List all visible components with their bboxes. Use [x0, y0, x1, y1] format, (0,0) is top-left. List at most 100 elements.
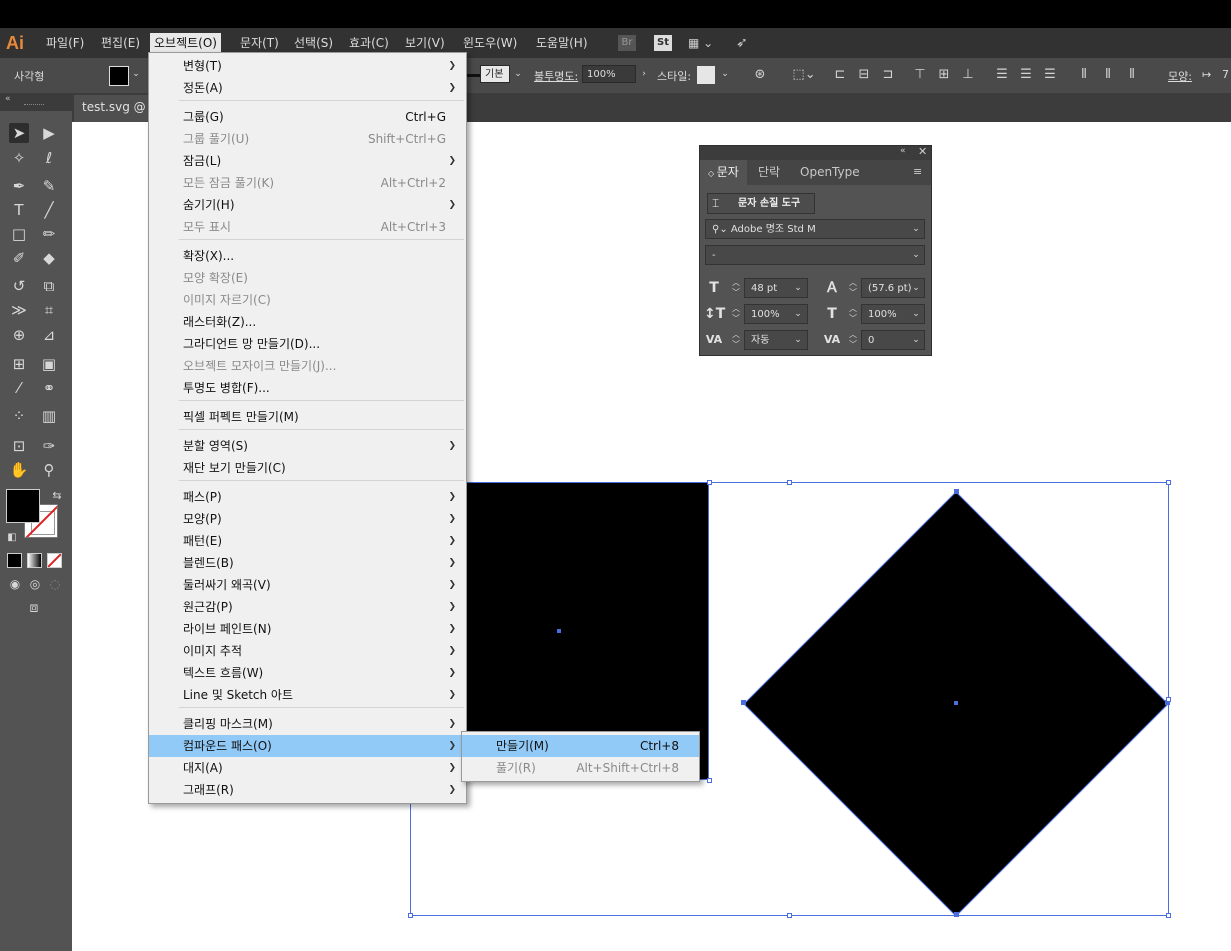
- tab-opentype[interactable]: OpenType: [792, 160, 868, 185]
- distribute-bottom-icon[interactable]: ☰: [1042, 67, 1058, 83]
- rotate-tool-icon[interactable]: ↺: [9, 276, 29, 296]
- free-transform-icon[interactable]: ⌗: [39, 300, 59, 320]
- font-style-dropdown-icon[interactable]: ⌄: [909, 245, 923, 265]
- kerning-dropdown-icon[interactable]: ⌄: [791, 330, 805, 350]
- object-menu-item[interactable]: 패스(P) ❯: [149, 486, 466, 508]
- shape-label[interactable]: 모양:: [1168, 68, 1192, 84]
- stroke-style-field[interactable]: 기본: [480, 65, 510, 83]
- object-menu-item[interactable]: 숨기기(H) ❯: [149, 194, 466, 216]
- object-menu-item[interactable]: 정돈(A) ❯: [149, 77, 466, 99]
- touch-type-tool-button[interactable]: ⌶ 문자 손질 도구: [707, 193, 815, 214]
- menu-type[interactable]: 문자(T): [236, 33, 283, 53]
- horizontal-scale-dropdown-icon[interactable]: ⌄: [909, 304, 923, 324]
- tracking-dropdown-icon[interactable]: ⌄: [909, 330, 923, 350]
- slice-tool-icon[interactable]: ✑: [39, 436, 59, 456]
- swap-colors-icon[interactable]: ⇆: [47, 486, 67, 506]
- bridge-icon[interactable]: Br: [618, 35, 636, 51]
- stroke-style-dropdown-icon[interactable]: ⌄: [510, 65, 526, 83]
- object-menu-item[interactable]: 원근감(P) ❯: [149, 596, 466, 618]
- kerning-stepper[interactable]: ︿ ﹀: [730, 330, 742, 350]
- opacity-label[interactable]: 불투명도:: [534, 68, 578, 84]
- bbox-handle[interactable]: [707, 778, 712, 783]
- object-menu-item[interactable]: 픽셀 퍼펙트 만들기(M): [149, 406, 466, 428]
- draw-inside-icon[interactable]: ◌: [45, 574, 65, 594]
- send-icon[interactable]: ➶: [736, 35, 754, 51]
- screen-mode-icon[interactable]: ⧈: [24, 598, 44, 618]
- opacity-arrow-icon[interactable]: ›: [636, 65, 652, 83]
- width-tool-icon[interactable]: ≫: [9, 300, 29, 320]
- artboard-tool-icon[interactable]: ⊡: [9, 436, 29, 456]
- object-menu-item[interactable]: 텍스트 흐름(W) ❯: [149, 662, 466, 684]
- align-hcenter-icon[interactable]: ⊟: [856, 67, 872, 83]
- align-vcenter-icon[interactable]: ⊞: [936, 67, 952, 83]
- character-panel-titlebar[interactable]: « ✕: [700, 145, 931, 160]
- bbox-handle[interactable]: [1166, 697, 1171, 702]
- compound-path-make-item[interactable]: 만들기(M) Ctrl+8: [462, 735, 699, 757]
- shape-builder-icon[interactable]: ⊕: [9, 325, 29, 345]
- menu-select[interactable]: 선택(S): [290, 33, 337, 53]
- selection-tool-icon[interactable]: ➤: [9, 123, 29, 143]
- object-menu-item[interactable]: 그라디언트 망 만들기(D)...: [149, 333, 466, 355]
- bbox-handle[interactable]: [1166, 480, 1171, 485]
- direct-selection-tool-icon[interactable]: ▶: [39, 123, 59, 143]
- object-menu-item[interactable]: 재단 보기 만들기(C): [149, 457, 466, 479]
- gradient-tool-icon[interactable]: ▣: [39, 354, 59, 374]
- object-menu-item[interactable]: 변형(T) ❯: [149, 55, 466, 77]
- object-menu-item[interactable]: 그룹(G) Ctrl+G: [149, 106, 466, 128]
- object-menu-item[interactable]: 라이브 페인트(N) ❯: [149, 618, 466, 640]
- workspace-layout-icon[interactable]: ▦ ⌄: [688, 35, 722, 51]
- gradient-mode-icon[interactable]: [27, 553, 42, 568]
- shape-width-value[interactable]: 7: [1222, 68, 1229, 81]
- fill-dropdown-icon[interactable]: ⌄: [128, 65, 144, 83]
- object-menu-item[interactable]: 클리핑 마스크(M) ❯: [149, 713, 466, 735]
- object-menu-item[interactable]: 잠금(L) ❯: [149, 150, 466, 172]
- menu-object[interactable]: 오브젝트(O): [150, 33, 221, 53]
- align-left-icon[interactable]: ⊏: [832, 67, 848, 83]
- none-mode-icon[interactable]: [47, 553, 62, 568]
- vertical-scale-stepper[interactable]: ︿ ﹀: [730, 304, 742, 324]
- eyedropper-icon[interactable]: ⁄: [9, 378, 29, 398]
- close-icon[interactable]: ✕: [918, 145, 927, 158]
- menu-edit[interactable]: 편집(E): [97, 33, 144, 53]
- zoom-tool-icon[interactable]: ⚲: [39, 460, 59, 480]
- distribute-hcenter-icon[interactable]: ⫴: [1100, 67, 1116, 83]
- horizontal-scale-stepper[interactable]: ︿ ﹀: [847, 304, 859, 324]
- menu-window[interactable]: 윈도우(W): [459, 33, 521, 53]
- distribute-top-icon[interactable]: ☰: [994, 67, 1010, 83]
- collapse-icon[interactable]: «: [5, 94, 11, 104]
- magic-wand-icon[interactable]: ✧: [9, 148, 29, 168]
- object-menu-item[interactable]: 대지(A) ❯: [149, 757, 466, 779]
- tab-paragraph[interactable]: 단락: [750, 160, 788, 185]
- font-style-field[interactable]: -: [705, 245, 925, 265]
- distribute-left-icon[interactable]: ⫴: [1076, 67, 1092, 83]
- panel-menu-icon[interactable]: ≡: [913, 165, 922, 178]
- line-tool-icon[interactable]: ╱: [39, 200, 59, 220]
- pen-tool-icon[interactable]: ✒: [9, 176, 29, 196]
- eraser-icon[interactable]: ◆: [39, 248, 59, 268]
- blend-tool-icon[interactable]: ⚭: [39, 378, 59, 398]
- mesh-tool-icon[interactable]: ⊞: [9, 354, 29, 374]
- object-menu-item[interactable]: 이미지 추적 ❯: [149, 640, 466, 662]
- style-dropdown-icon[interactable]: ⌄: [717, 65, 733, 83]
- default-colors-icon[interactable]: ◧: [2, 528, 22, 548]
- font-size-dropdown-icon[interactable]: ⌄: [791, 278, 805, 298]
- tab-character[interactable]: ◇ 문자: [700, 160, 747, 185]
- bbox-handle[interactable]: [707, 480, 712, 485]
- tools-panel-header[interactable]: «: [0, 93, 72, 111]
- font-size-stepper[interactable]: ︿ ﹀: [730, 278, 742, 298]
- object-menu-item[interactable]: 그래프(R) ❯: [149, 779, 466, 801]
- object-menu-item[interactable]: 래스터화(Z)...: [149, 311, 466, 333]
- font-family-dropdown-icon[interactable]: ⌄: [909, 219, 923, 239]
- fill-color-swatch[interactable]: [6, 489, 40, 523]
- symbol-sprayer-icon[interactable]: ⁘: [9, 406, 29, 426]
- align-top-icon[interactable]: ⊤: [912, 67, 928, 83]
- menu-effect[interactable]: 효과(C): [345, 33, 393, 53]
- bbox-handle[interactable]: [787, 913, 792, 918]
- object-menu-item[interactable]: 블렌드(B) ❯: [149, 552, 466, 574]
- shaper-tool-icon[interactable]: ✐: [9, 248, 29, 268]
- stock-icon[interactable]: St: [654, 35, 672, 51]
- fill-swatch[interactable]: [109, 66, 129, 86]
- column-graph-icon[interactable]: ▥: [39, 406, 59, 426]
- vertical-scale-dropdown-icon[interactable]: ⌄: [791, 304, 805, 324]
- distribute-right-icon[interactable]: ⫴: [1124, 67, 1140, 83]
